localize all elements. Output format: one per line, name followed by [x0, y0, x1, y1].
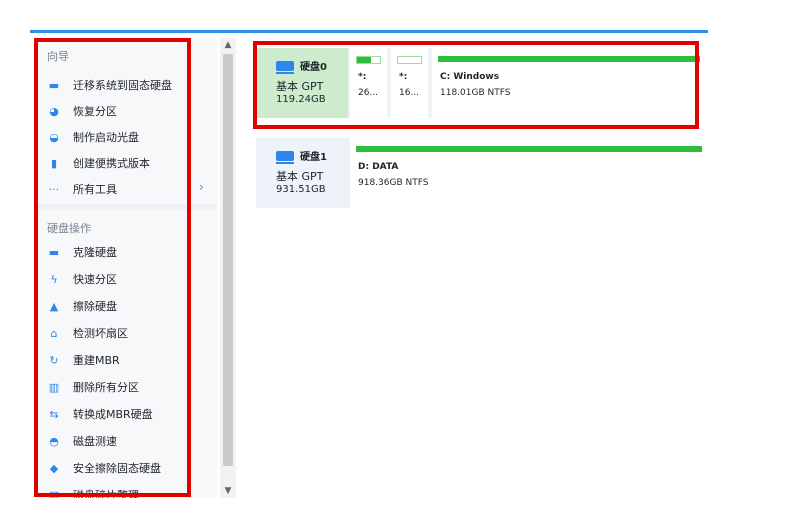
- partition-block[interactable]: D: DATA 918.36GB NTFS: [350, 138, 708, 208]
- usage-bar: [356, 146, 702, 152]
- chevron-right-icon[interactable]: ›: [199, 180, 204, 194]
- highlight-box-disk0: [253, 41, 699, 129]
- partition-label: D: DATA: [358, 162, 399, 172]
- hard-disk-icon: [276, 150, 294, 164]
- sidebar-scrollbar[interactable]: ▲ ▼: [220, 38, 236, 498]
- disk-size: 931.51GB: [276, 184, 326, 195]
- partition-size: 918.36GB NTFS: [358, 178, 429, 188]
- disk-name: 硬盘1: [276, 148, 327, 164]
- disk-row-1[interactable]: 硬盘1 基本 GPT 931.51GB D: DATA 918.36GB NTF…: [256, 138, 708, 208]
- scrollbar-thumb[interactable]: [223, 54, 233, 466]
- scroll-up-icon[interactable]: ▲: [220, 40, 236, 50]
- scroll-down-icon[interactable]: ▼: [220, 486, 236, 496]
- top-accent-line: [30, 30, 708, 33]
- disk-type: 基本 GPT: [276, 170, 324, 183]
- highlight-box-sidebar: [34, 38, 191, 497]
- disk-info[interactable]: 硬盘1 基本 GPT 931.51GB: [256, 138, 348, 208]
- usage-fill: [356, 146, 702, 152]
